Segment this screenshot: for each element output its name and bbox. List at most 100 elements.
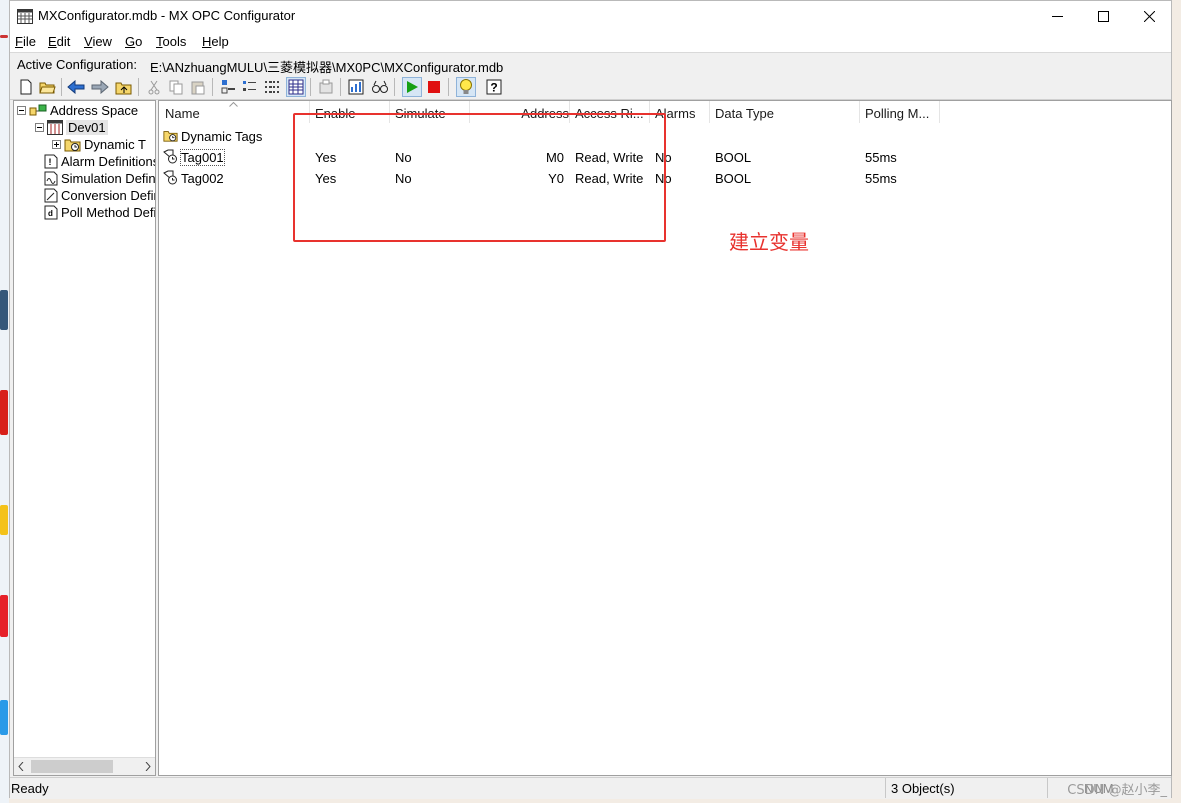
tree-item-conversion-definitions[interactable]: Conversion Defin [44, 187, 155, 204]
menu-go[interactable]: Go [125, 34, 142, 49]
configurator-window: MXConfigurator.mdb - MX OPC Configurator… [9, 0, 1172, 799]
scroll-left-icon[interactable] [18, 762, 24, 771]
expand-icon[interactable] [52, 140, 61, 149]
large-icons-button[interactable] [218, 77, 238, 97]
up-folder-button[interactable] [114, 77, 134, 97]
tag-address: M0 [545, 150, 564, 165]
grid-app-icon [17, 9, 33, 24]
forward-button[interactable] [90, 77, 110, 97]
desktop-icon [0, 290, 8, 330]
minimize-icon [1051, 16, 1063, 17]
scroll-right-icon[interactable] [145, 762, 151, 771]
list-button[interactable] [262, 77, 282, 97]
help-button[interactable]: ? [484, 77, 504, 97]
sort-ascending-icon [229, 102, 238, 107]
toolbar-separator [448, 78, 449, 96]
run-button[interactable] [402, 77, 422, 97]
bulb-icon [460, 79, 472, 94]
tree-item-address-space[interactable]: Address Space [17, 102, 138, 119]
folder-name: Dynamic Tags [181, 129, 263, 144]
column-header-alarms[interactable]: Alarms [655, 101, 709, 123]
menu-file[interactable]: File [15, 34, 36, 49]
tag-enable: Yes [315, 150, 337, 165]
column-header-polling-method[interactable]: Polling M... [865, 101, 939, 123]
status-ready: Ready [11, 781, 49, 796]
small-icons-icon [243, 81, 256, 91]
tree-item-dev01[interactable]: Dev01 [35, 119, 108, 136]
tag-name: Tag002 [181, 171, 224, 186]
menu-edit[interactable]: Edit [48, 34, 70, 49]
column-header-simulate[interactable]: Simulate [395, 101, 469, 123]
back-icon [67, 80, 85, 94]
maximize-button[interactable] [1080, 1, 1126, 32]
tag-simulate: No [395, 171, 412, 186]
tree-item-simulation-definitions[interactable]: Simulation Defini [44, 170, 155, 187]
monitor-button[interactable] [370, 77, 390, 97]
tag-data-type: BOOL [715, 150, 752, 165]
copy-button[interactable] [166, 77, 186, 97]
tag-list-view: Name Enable Simulate Address Access Ri..… [158, 100, 1172, 776]
menu-help[interactable]: Help [202, 34, 229, 49]
tag-icon [163, 170, 177, 185]
collapse-icon[interactable] [17, 106, 26, 115]
close-button[interactable] [1126, 1, 1172, 32]
forward-icon [91, 80, 109, 94]
properties-icon [319, 79, 333, 94]
large-icons-icon [221, 80, 235, 94]
tree-item-poll-method-definitions[interactable]: d Poll Method Defi [44, 204, 155, 221]
back-button[interactable] [66, 77, 86, 97]
title-bar[interactable]: MXConfigurator.mdb - MX OPC Configurator [10, 1, 1171, 32]
svg-text:d: d [48, 209, 53, 218]
toolbar: ? [10, 75, 1171, 100]
minimize-button[interactable] [1034, 1, 1080, 32]
tag-folder-icon [163, 131, 178, 142]
cut-button[interactable] [144, 77, 164, 97]
window-title: MXConfigurator.mdb - MX OPC Configurator [38, 8, 296, 23]
open-icon [39, 82, 56, 93]
collapse-icon[interactable] [35, 123, 44, 132]
run-icon [407, 81, 418, 93]
address-space-tree: Address Space Dev01 Dynamic T ! Alarm De… [13, 100, 156, 776]
tree-item-dynamic-tags[interactable]: Dynamic T [52, 136, 146, 153]
tag-polling: 55ms [865, 150, 897, 165]
device-icon [47, 120, 63, 135]
stop-button[interactable] [424, 77, 444, 97]
chart-button[interactable] [346, 77, 366, 97]
open-button[interactable] [38, 77, 58, 97]
simulation-icon [44, 171, 58, 186]
desktop-icon [0, 390, 8, 435]
monitor-icon [372, 80, 388, 93]
stop-icon [428, 81, 440, 93]
tree-horizontal-scrollbar[interactable] [14, 757, 155, 775]
menu-view[interactable]: View [84, 34, 112, 49]
tag-data-type: BOOL [715, 171, 752, 186]
menu-tools[interactable]: Tools [156, 34, 186, 49]
tag-name: Tag001 [180, 149, 225, 166]
column-header-access-rights[interactable]: Access Ri... [575, 101, 649, 123]
tag-access-rights: Read, Write [575, 171, 644, 186]
column-header-data-type[interactable]: Data Type [715, 101, 859, 123]
toolbar-separator [310, 78, 311, 96]
conversion-icon [44, 188, 58, 203]
paste-button[interactable] [188, 77, 208, 97]
new-button[interactable] [16, 77, 36, 97]
chart-icon [348, 79, 364, 95]
bulb-button[interactable] [456, 77, 476, 97]
paste-icon [191, 81, 204, 94]
tag-folder-icon [64, 139, 81, 152]
tag-simulate: No [395, 150, 412, 165]
tag-polling: 55ms [865, 171, 897, 186]
details-button[interactable] [286, 77, 306, 97]
small-icons-button[interactable] [240, 77, 260, 97]
column-header-enable[interactable]: Enable [315, 101, 389, 123]
alarm-icon: ! [44, 154, 58, 169]
column-header-address[interactable]: Address [475, 101, 569, 123]
tree-item-alarm-definitions[interactable]: ! Alarm Definitions [44, 153, 155, 170]
properties-button[interactable] [316, 77, 336, 97]
new-icon [20, 79, 32, 95]
copy-icon [169, 80, 182, 94]
toolbar-separator [212, 78, 213, 96]
tag-enable: Yes [315, 171, 337, 186]
scroll-thumb[interactable] [31, 760, 113, 773]
address-space-icon [29, 104, 47, 116]
